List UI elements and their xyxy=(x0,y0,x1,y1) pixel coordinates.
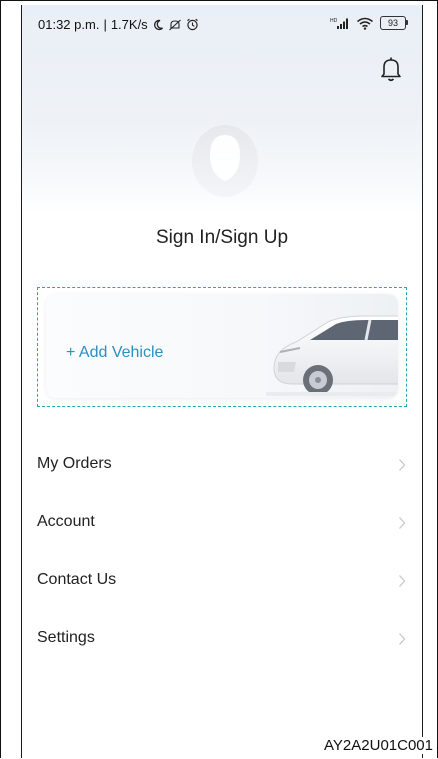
menu-item-account[interactable]: Account xyxy=(22,495,422,553)
menu-item-my-orders[interactable]: My Orders xyxy=(22,437,422,495)
add-vehicle-area: + Add Vehicle xyxy=(37,287,407,407)
battery-icon: 93 xyxy=(380,16,408,30)
bell-icon[interactable] xyxy=(378,55,404,83)
avatar-placeholder-icon[interactable] xyxy=(188,115,262,199)
status-left: 01:32 p.m. | 1.7K/s xyxy=(38,17,199,32)
chevron-right-icon xyxy=(399,633,406,645)
notification-muted-icon xyxy=(168,19,181,30)
menu-item-label: My Orders xyxy=(37,455,112,472)
status-speed: 1.7K/s xyxy=(110,17,148,32)
status-separator: | xyxy=(103,17,107,32)
menu-item-label: Settings xyxy=(37,629,95,646)
chevron-right-icon xyxy=(399,459,406,471)
wifi-icon xyxy=(357,17,373,30)
menu-item-contact-us[interactable]: Contact Us xyxy=(22,553,422,611)
alarm-icon xyxy=(186,18,198,31)
add-vehicle-button[interactable]: + Add Vehicle xyxy=(66,344,163,362)
app-screen: 01:32 p.m. | 1.7K/s HD 93 Sign In/Sign U… xyxy=(21,5,423,758)
svg-text:HD: HD xyxy=(330,18,338,24)
sign-in-sign-up-link[interactable]: Sign In/Sign Up xyxy=(22,227,422,249)
car-icon xyxy=(266,315,398,396)
cellular-signal-icon: HD xyxy=(330,18,348,29)
status-bar: 01:32 p.m. | 1.7K/s HD 93 xyxy=(22,5,422,49)
screenshot-frame: 01:32 p.m. | 1.7K/s HD 93 Sign In/Sign U… xyxy=(0,0,438,758)
status-right: HD 93 xyxy=(330,16,408,30)
menu-item-label: Account xyxy=(37,513,95,530)
status-time: 01:32 p.m. xyxy=(38,17,100,32)
chevron-right-icon xyxy=(399,575,406,587)
menu-item-label: Contact Us xyxy=(37,571,117,588)
moon-icon xyxy=(153,19,163,30)
chevron-right-icon xyxy=(399,517,406,529)
page-code-label: AY2A2U01C001 xyxy=(318,737,433,754)
settings-menu: My Orders Account Contact Us Settings xyxy=(22,437,422,669)
menu-item-settings[interactable]: Settings xyxy=(22,611,422,669)
add-vehicle-card[interactable]: + Add Vehicle xyxy=(46,294,398,398)
